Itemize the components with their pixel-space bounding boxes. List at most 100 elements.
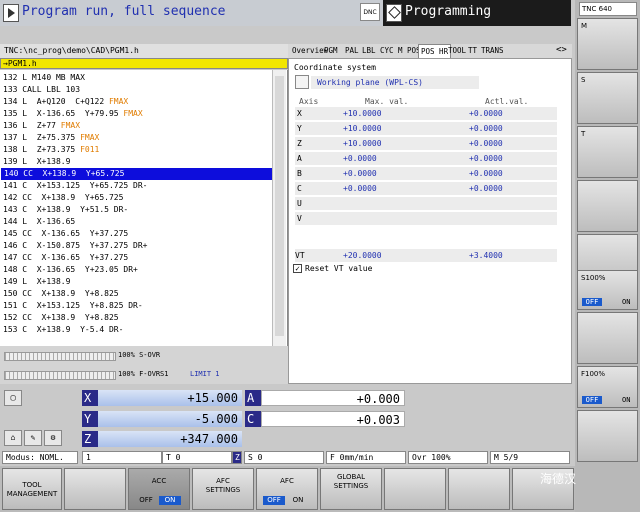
program-line[interactable]: 136 L Z+77 FMAX — [0, 120, 287, 132]
tab-tool[interactable]: TOOL — [446, 44, 468, 58]
afc-softkey[interactable]: AFC OFF ON — [256, 468, 318, 510]
tab-cyc[interactable]: CYC — [378, 44, 396, 58]
position-display: ▢ X +15.000 A +0.000 Y -5.000 C +0.003 Z +347… — [0, 386, 572, 450]
program-line[interactable]: 134 L A+Q120 C+Q122 FMAX — [0, 96, 287, 108]
axis-col-header: Axis — [299, 97, 319, 106]
status-panel: Coordinate system Working plane (WPL-CS)… — [288, 58, 572, 384]
program-run-title: Program run, full sequence — [22, 4, 226, 19]
tab-lbl[interactable]: LBL — [360, 44, 378, 58]
program-line[interactable]: 133 CALL LBL 103 — [0, 84, 287, 96]
acc-softkey[interactable]: ACC OFF ON — [128, 468, 190, 510]
empty-vsoftkey-4[interactable] — [577, 410, 638, 462]
axis-axis: A — [297, 154, 302, 163]
program-line[interactable]: 147 CC X-136.65 Y+37.275 — [0, 252, 287, 264]
max-col-header: Max. val. — [365, 97, 409, 106]
empty-vsoftkey-1[interactable] — [577, 180, 638, 232]
vt-max: +20.0000 — [343, 251, 382, 260]
program-line[interactable]: 150 CC X+138.9 Y+8.825 — [0, 288, 287, 300]
scroll-thumb[interactable] — [275, 76, 284, 336]
dnc-icon[interactable]: DNC — [360, 3, 380, 21]
edit-icon[interactable]: ✎ — [24, 430, 42, 446]
axis-row — [295, 122, 557, 135]
tab-pal[interactable]: PAL — [343, 44, 361, 58]
tool-number-field: 1 — [82, 451, 162, 464]
feed-field: F 0mm/min — [326, 451, 406, 464]
tab-pgm[interactable]: PGM — [322, 44, 340, 58]
empty-softkey-3[interactable] — [448, 468, 510, 510]
program-line[interactable]: 143 C X+138.9 Y+51.5 DR- — [0, 204, 287, 216]
program-line[interactable]: 151 C X+153.125 Y+8.825 DR- — [0, 300, 287, 312]
actl-col-header: Actl.val. — [485, 97, 529, 106]
tab-tt[interactable]: TT — [466, 44, 479, 58]
spindle-axis-field: Z — [232, 451, 242, 464]
override-field: Ovr 100% — [408, 451, 488, 464]
spindle-label: S1 — [160, 370, 169, 378]
program-line[interactable]: 145 CC X-136.65 Y+37.275 — [0, 228, 287, 240]
machine-status-bar: Modus: NOML. 1 T 0 Z S 0 F 0mm/min Ovr 1… — [0, 451, 572, 464]
program-line[interactable]: 153 C X+138.9 Y-5.4 DR- — [0, 324, 287, 336]
afc-settings-softkey[interactable]: AFC SETTINGS — [192, 468, 254, 510]
axis-row — [295, 182, 557, 195]
tab-trans[interactable]: TRANS — [479, 44, 506, 58]
axis-row — [295, 152, 557, 165]
program-line[interactable]: 135 L X-136.65 Y+79.95 FMAX — [0, 108, 287, 120]
axis-z: Z +347.000 — [82, 431, 242, 447]
program-line[interactable]: 146 C X-150.875 Y+37.275 DR+ — [0, 240, 287, 252]
tab-scroll-arrows-icon[interactable]: <> — [556, 45, 567, 55]
global-settings-softkey[interactable]: GLOBAL SETTINGS — [320, 468, 382, 510]
empty-softkey-1[interactable] — [64, 468, 126, 510]
program-line[interactable]: 141 C X+153.125 Y+65.725 DR- — [0, 180, 287, 192]
vt-actl: +3.4000 — [469, 251, 503, 260]
axis-x: X +15.000 — [82, 390, 242, 406]
tab-m[interactable]: M — [396, 44, 405, 58]
handwheel-icon[interactable]: ⌂ — [4, 430, 22, 446]
program-scrollbar[interactable] — [272, 70, 286, 346]
settings-icon[interactable]: ⚙ — [44, 430, 62, 446]
programming-header[interactable]: Programming — [383, 0, 571, 26]
program-line[interactable]: 142 CC X+138.9 Y+65.725 — [0, 192, 287, 204]
reset-vt-checkbox[interactable]: ✓ — [293, 264, 302, 273]
program-line[interactable]: 132 L M140 MB MAX — [0, 72, 287, 84]
f100-softkey[interactable]: F100% OFF ON — [577, 366, 638, 408]
s100-softkey[interactable]: S100% OFF ON — [577, 270, 638, 310]
axis-max: +0.0000 — [343, 169, 377, 178]
softkey-bar: TOOL MANAGEMENT ACC OFF ON AFC SETTINGS A… — [0, 466, 576, 512]
axis-z-value: +347.000 — [98, 431, 242, 447]
program-line[interactable]: 152 CC X+138.9 Y+8.825 — [0, 312, 287, 324]
vt-axis: VT — [295, 251, 305, 260]
m-function-softkey[interactable]: M — [577, 18, 638, 70]
s-ovr-bar — [4, 352, 116, 361]
axis-row — [295, 107, 557, 120]
f-ovr-bar — [4, 371, 116, 380]
axis-a-value: +0.000 — [261, 390, 405, 406]
program-line[interactable]: 144 L X-136.65 — [0, 216, 287, 228]
program-line[interactable]: 138 L Z+73.375 F011 — [0, 144, 287, 156]
program-line[interactable]: 139 L X+138.9 — [0, 156, 287, 168]
status-tabs: Overview PGM PAL LBL CYC M POS POS HR TOOL TT TRAN… — [288, 44, 572, 59]
axis-c: C +0.003 — [245, 411, 405, 427]
mode-field: Modus: NOML. — [2, 451, 78, 464]
axis-axis: B — [297, 169, 302, 178]
program-run-icon — [3, 4, 19, 22]
program-listing[interactable]: 132 L M140 MB MAX 133 CALL LBL 103 134 L A… — [0, 70, 288, 346]
axis-row — [295, 197, 557, 210]
override-bars: 100% S-OVR 100% F-OVR S1 LIMIT 1 — [0, 346, 288, 384]
screen-layout-icon[interactable]: ▢ — [4, 390, 22, 406]
tool-softkey[interactable]: T — [577, 126, 638, 178]
axis-actl: +0.0000 — [469, 184, 503, 193]
tool-management-softkey[interactable]: TOOL MANAGEMENT — [2, 468, 62, 510]
programming-title: Programming — [405, 4, 492, 19]
watermark: 海德汉 — [540, 472, 577, 486]
spindle-softkey[interactable]: S — [577, 72, 638, 124]
empty-vsoftkey-3[interactable] — [577, 312, 638, 364]
program-line[interactable]: 137 L Z+75.375 FMAX — [0, 132, 287, 144]
program-line[interactable]: 140 CC X+138.9 Y+65.725 — [1, 168, 274, 180]
program-line[interactable]: 148 C X-136.65 Y+23.05 DR+ — [0, 264, 287, 276]
axis-max: +10.0000 — [343, 109, 382, 118]
program-tab[interactable]: →PGM1.h — [0, 58, 288, 69]
program-run-header[interactable]: Program run, full sequence — [0, 0, 384, 26]
empty-softkey-2[interactable] — [384, 468, 446, 510]
axis-axis: Y — [297, 124, 302, 133]
reset-vt-label: Reset VT value — [305, 264, 373, 273]
program-line[interactable]: 149 L X+138.9 — [0, 276, 287, 288]
